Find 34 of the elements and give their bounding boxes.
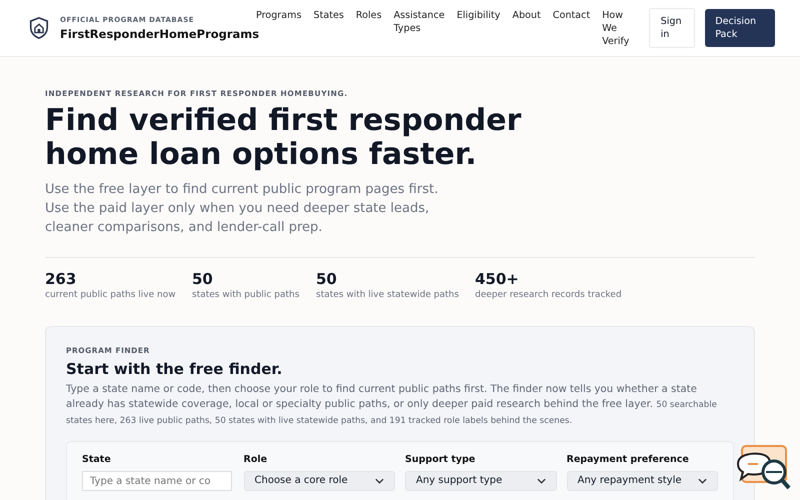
select-field[interactable]: Any repayment style [566,471,718,491]
stat-label: states with public paths [192,290,300,300]
sign-in-button[interactable]: Sign in [648,8,696,48]
nav-link[interactable]: Roles [350,8,388,48]
nav-link[interactable]: About [506,8,547,48]
nav-link[interactable]: States [307,8,350,48]
select-field[interactable]: Any support type [405,471,556,491]
stat-label: current public paths live now [45,290,177,300]
stat-label: states with live statewide paths [316,290,460,300]
hero-lead: Use the free layer to find current public program pages first. Use the paid layer only when you need deeper state leads, cleaner comparisons, and lender-call prep. [45,181,440,237]
chevron-down-icon [375,478,384,484]
nav-link[interactable]: Assistance Types [388,8,451,48]
stat-value: 50 [316,270,338,288]
field-label: Role [244,454,268,466]
shield-house-icon [28,16,50,40]
decision-pack-button[interactable]: Decision Pack [705,9,775,47]
nav-link[interactable]: Eligibility [450,8,506,48]
brand-name-link[interactable]: FirstResponderHomePrograms [60,26,260,40]
nav-link[interactable]: How We Verify [596,8,646,48]
stat-label: deeper research records tracked [475,290,622,300]
field-label: Repayment preference [566,454,690,466]
select-field[interactable]: Choose a core role [244,471,395,491]
chevron-down-icon [698,478,707,484]
state-input-field[interactable]: Type a state name or co [82,471,232,491]
stat-value: 450+ [475,270,520,288]
stat-value: 263 [45,270,78,288]
finder-heading: Start with the free finder. [66,360,284,378]
chevron-down-icon [536,478,546,484]
field-label: Support type [405,454,476,466]
finder-intro: Type a state name or code, then choose your role to find current public paths first. The finder now tells you whether a state already has statewide coverage, local or specialty public paths, or only deeper paid research behind the free layer. 50 searchable states here, 263 live public paths, 50 states with live statewide paths, and 191 tracked role labels behind the scenes. [66,383,718,428]
hero-heading: Find verified first responder home loan options faster. [45,104,522,172]
nav-link[interactable]: Contact [546,8,596,48]
field-label: State [82,454,112,466]
stat-value: 50 [192,270,214,288]
